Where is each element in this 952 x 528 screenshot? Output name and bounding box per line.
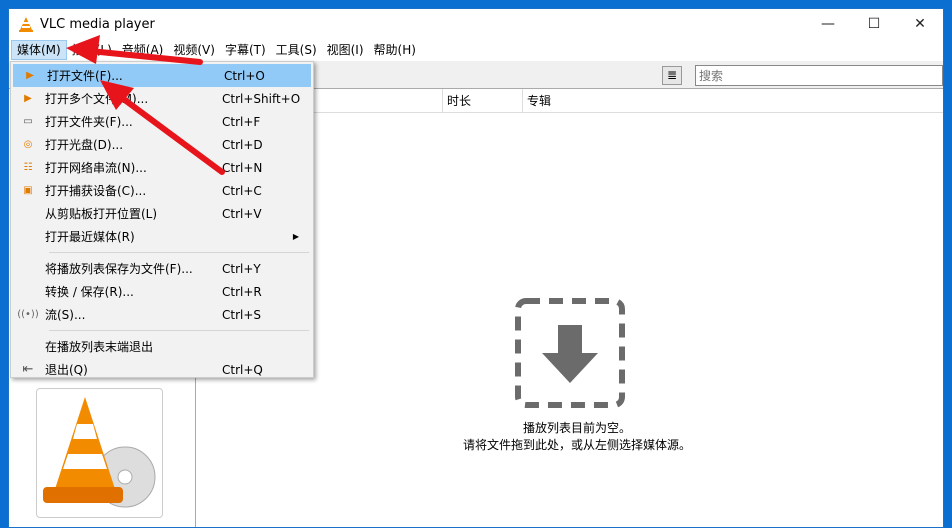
menu-audio[interactable]: 音频(A) (117, 40, 169, 60)
menu-video[interactable]: 视频(V) (168, 40, 220, 60)
vlc-cone-disc-icon (43, 397, 156, 508)
menu-item-convert-save[interactable]: 转换 / 保存(R)... Ctrl+R (11, 280, 313, 303)
menu-help[interactable]: 帮助(H) (369, 40, 421, 60)
capture-icon: ▣ (23, 185, 33, 196)
minimize-button[interactable]: — (805, 9, 851, 39)
menu-view[interactable]: 视图(I) (322, 40, 369, 60)
column-album[interactable]: 专辑 (522, 89, 722, 113)
stream-icon: ((•)) (17, 309, 39, 320)
title-bar: VLC media player — ☐ ✕ (9, 9, 943, 39)
window-title: VLC media player (40, 16, 155, 32)
menu-separator (49, 252, 309, 253)
menu-subtitle[interactable]: 字幕(T) (220, 40, 271, 60)
exit-icon: ⇤ (22, 362, 34, 377)
vlc-logo-icon (19, 17, 33, 32)
menu-item-open-folder[interactable]: ▭ 打开文件夹(F)... Ctrl+F (11, 110, 313, 133)
disc-icon: ◎ (23, 139, 33, 150)
menu-item-open-file[interactable]: ▶ 打开文件(F)... Ctrl+O (13, 64, 311, 87)
album-art (36, 388, 163, 518)
menu-item-recent-media[interactable]: 打开最近媒体(R) ▶ (11, 225, 313, 248)
empty-playlist-hint: 请将文件拖到此处，或从左侧选择媒体源。 (462, 438, 691, 452)
menu-tools[interactable]: 工具(S) (271, 40, 322, 60)
menu-separator (49, 330, 309, 331)
close-button[interactable]: ✕ (897, 9, 943, 39)
menu-item-open-disc[interactable]: ◎ 打开光盘(D)... Ctrl+D (11, 133, 313, 156)
drop-zone-icon (515, 298, 625, 408)
file-play-icon: ▶ (26, 70, 34, 81)
maximize-button[interactable]: ☐ (851, 9, 897, 39)
menu-item-quit-at-end[interactable]: 在播放列表末端退出 (11, 335, 313, 358)
submenu-arrow-icon: ▶ (292, 232, 299, 241)
menu-item-stream[interactable]: ((•)) 流(S)... Ctrl+S (11, 303, 313, 326)
column-duration[interactable]: 时长 (442, 89, 522, 113)
files-play-icon: ▶ (24, 93, 32, 104)
menu-item-open-network[interactable]: ☷ 打开网络串流(N)... Ctrl+N (11, 156, 313, 179)
menu-item-save-playlist[interactable]: 将播放列表保存为文件(F)... Ctrl+Y (11, 257, 313, 280)
menu-media[interactable]: 媒体(M) (11, 40, 67, 60)
menu-bar: 媒体(M) 播放(L) 音频(A) 视频(V) 字幕(T) 工具(S) 视图(I… (9, 39, 943, 61)
media-menu-dropdown: ▶ 打开文件(F)... Ctrl+O ▶ 打开多个文件(M)... Ctrl+Shif… (10, 61, 314, 378)
menu-item-open-capture[interactable]: ▣ 打开捕获设备(C)... Ctrl+C (11, 179, 313, 202)
menu-item-quit[interactable]: ⇤ 退出(Q) Ctrl+Q (11, 358, 313, 381)
search-input[interactable] (695, 65, 943, 86)
network-icon: ☷ (23, 162, 33, 173)
menu-playback[interactable]: 播放(L) (67, 40, 117, 60)
menu-item-open-clipboard[interactable]: 从剪贴板打开位置(L) Ctrl+V (11, 202, 313, 225)
menu-item-open-multiple[interactable]: ▶ 打开多个文件(M)... Ctrl+Shift+O (11, 87, 313, 110)
empty-playlist-text: 播放列表目前为空。 (522, 421, 631, 435)
playlist-view-button[interactable]: ≣ (662, 66, 682, 85)
folder-icon: ▭ (23, 116, 33, 127)
